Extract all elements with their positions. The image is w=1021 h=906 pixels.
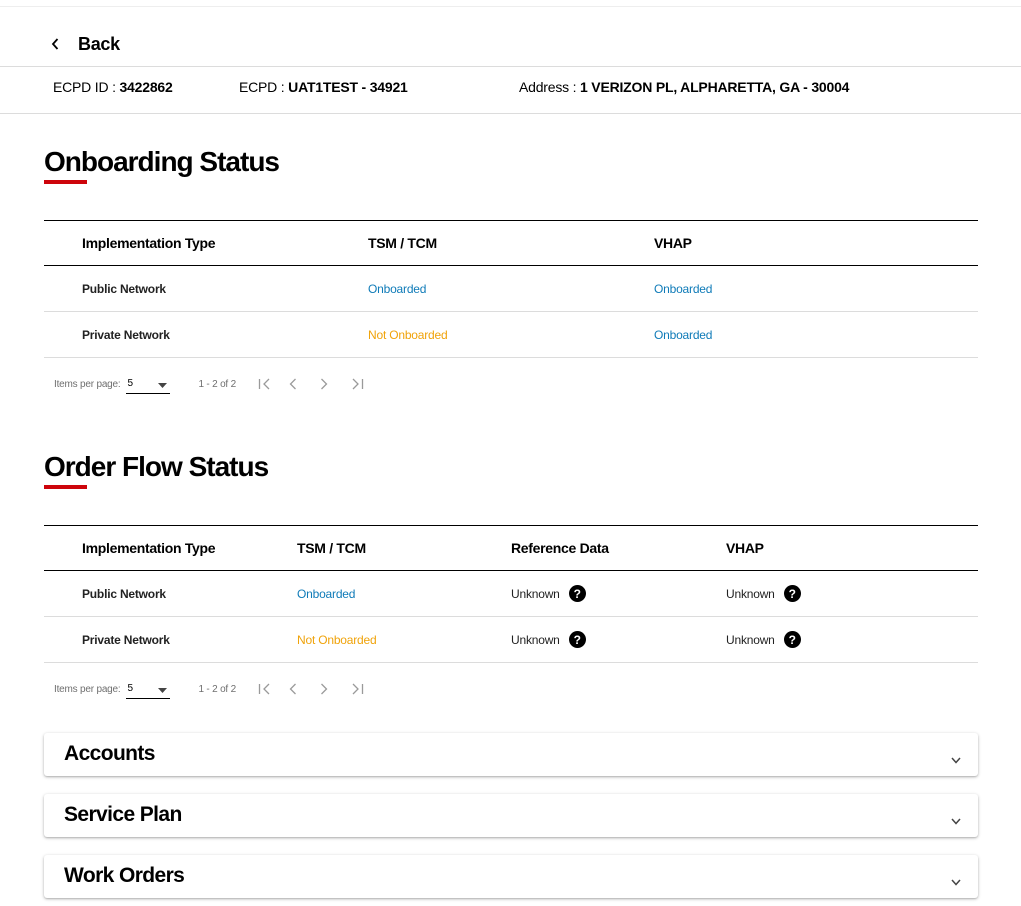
page-navigation: [258, 683, 382, 695]
implementation-type-cell: Public Network: [82, 586, 166, 601]
first-page-icon[interactable]: [258, 683, 289, 695]
page-navigation: [258, 378, 382, 390]
vhap-status-cell: Onboarded: [654, 281, 713, 296]
items-per-page-label: Items per page:: [54, 683, 121, 695]
accounts-accordion[interactable]: Accounts: [44, 733, 978, 776]
ecpd-id-info: ECPD ID : 3422862: [53, 79, 173, 95]
table-header-row: Implementation Type TSM / TCM VHAP: [44, 220, 978, 266]
column-header: Implementation Type: [82, 235, 216, 251]
accordion-title: Work Orders: [64, 864, 185, 887]
title-underline: [44, 180, 87, 184]
page-size-select[interactable]: 5: [126, 679, 171, 699]
table-header-row: Implementation Type TSM / TCM Reference …: [44, 525, 978, 571]
top-divider: [0, 6, 1021, 7]
onboarding-status-title: Onboarding Status: [44, 146, 280, 177]
chevron-left-icon[interactable]: [289, 683, 320, 695]
ecpd-info: ECPD : UAT1TEST - 34921: [239, 79, 408, 95]
address-label: Address :: [519, 79, 581, 95]
last-page-icon[interactable]: [351, 683, 382, 695]
back-label: Back: [78, 33, 120, 54]
accordion-title: Service Plan: [64, 803, 182, 826]
tsm-status-cell: Onboarded: [368, 281, 427, 296]
reference-data-status: Unknown: [511, 632, 560, 647]
vhap-status: Unknown: [726, 632, 775, 647]
order-flow-status-table: Implementation Type TSM / TCM Reference …: [44, 525, 978, 663]
tsm-status-cell: Not Onboarded: [297, 632, 377, 647]
page-range-label: 1 - 2 of 2: [198, 683, 236, 695]
address-info: Address : 1 VERIZON PL, ALPHARETTA, GA -…: [519, 79, 849, 95]
chevron-down-icon: [951, 873, 961, 891]
column-header: Implementation Type: [82, 540, 216, 556]
column-header: TSM / TCM: [297, 540, 366, 556]
column-header: VHAP: [726, 540, 764, 556]
items-per-page-label: Items per page:: [54, 378, 121, 390]
work-orders-accordion[interactable]: Work Orders: [44, 855, 978, 898]
reference-data-cell: Unknown?: [511, 571, 726, 617]
chevron-left-icon[interactable]: [289, 378, 320, 390]
column-header: VHAP: [654, 235, 692, 251]
table-row: Public Network Onboarded Onboarded: [44, 266, 978, 312]
vhap-status-cell: Onboarded: [654, 327, 713, 342]
reference-data-status: Unknown: [511, 586, 560, 601]
first-page-icon[interactable]: [258, 378, 289, 390]
account-info-bar: ECPD ID : 3422862 ECPD : UAT1TEST - 3492…: [0, 66, 1021, 114]
chevron-down-icon: [951, 812, 961, 830]
table-row: Private Network Not Onboarded Onboarded: [44, 312, 978, 358]
chevron-right-icon[interactable]: [320, 683, 351, 695]
last-page-icon[interactable]: [351, 378, 382, 390]
tsm-status-cell: Onboarded: [297, 586, 356, 601]
address-value: 1 VERIZON PL, ALPHARETTA, GA - 30004: [580, 79, 850, 95]
service-plan-accordion[interactable]: Service Plan: [44, 794, 978, 837]
back-button[interactable]: Back: [46, 32, 120, 56]
tsm-status-cell: Not Onboarded: [368, 327, 448, 342]
reference-data-cell: Unknown?: [511, 617, 726, 663]
accordion-title: Accounts: [64, 742, 155, 765]
question-circle-icon[interactable]: ?: [568, 585, 586, 602]
caret-down-icon: [158, 380, 168, 391]
vhap-status: Unknown: [726, 586, 775, 601]
title-underline: [44, 485, 87, 489]
caret-down-icon: [158, 685, 168, 696]
ecpd-id-value: 3422862: [119, 79, 173, 95]
question-circle-icon[interactable]: ?: [783, 631, 801, 648]
page-range-label: 1 - 2 of 2: [198, 378, 236, 390]
question-circle-icon[interactable]: ?: [783, 585, 801, 602]
page-size-select[interactable]: 5: [126, 374, 171, 394]
question-circle-icon[interactable]: ?: [568, 631, 586, 648]
ecpd-label: ECPD :: [239, 79, 289, 95]
vhap-status-cell: Unknown?: [726, 571, 978, 617]
chevron-left-icon: [46, 38, 64, 50]
implementation-type-cell: Private Network: [82, 327, 170, 342]
table-row: Public Network Onboarded Unknown? Unknow…: [44, 571, 978, 617]
table-row: Private Network Not Onboarded Unknown? U…: [44, 617, 978, 663]
page-size-value: 5: [127, 378, 133, 389]
ecpd-value: UAT1TEST - 34921: [288, 79, 408, 95]
onboarding-paginator: Items per page: 5 1 - 2 of 2: [54, 371, 382, 397]
onboarding-status-table: Implementation Type TSM / TCM VHAP Publi…: [44, 220, 978, 358]
ecpd-id-label: ECPD ID :: [53, 79, 120, 95]
vhap-status-cell: Unknown?: [726, 617, 978, 663]
implementation-type-cell: Private Network: [82, 632, 170, 647]
page-size-value: 5: [127, 683, 133, 694]
order-flow-status-title: Order Flow Status: [44, 451, 269, 482]
chevron-right-icon[interactable]: [320, 378, 351, 390]
chevron-down-icon: [951, 751, 961, 769]
column-header: TSM / TCM: [368, 235, 437, 251]
order-flow-paginator: Items per page: 5 1 - 2 of 2: [54, 676, 382, 702]
column-header: Reference Data: [511, 540, 609, 556]
implementation-type-cell: Public Network: [82, 281, 166, 296]
